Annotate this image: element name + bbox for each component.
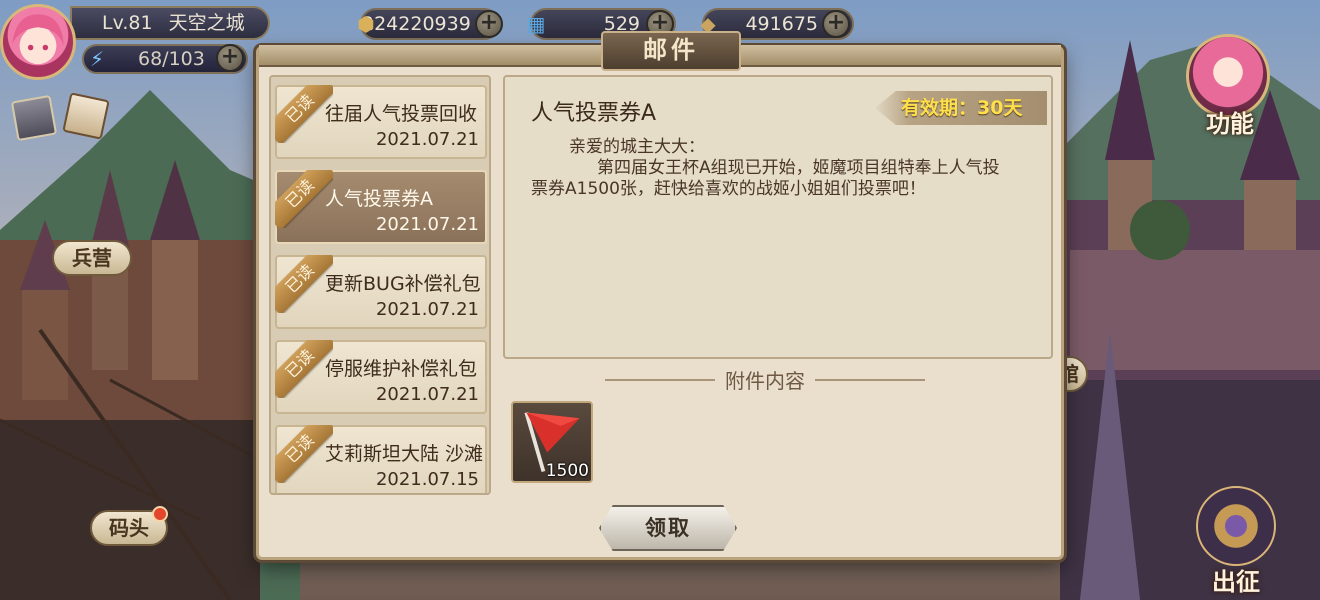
dialog-title: 邮件 xyxy=(601,31,741,71)
attachment-count: 1500 xyxy=(545,461,589,481)
mail-list[interactable]: 已读 往届人气投票回收 2021.07.21 已读 人气投票券A 2021.07… xyxy=(269,75,491,495)
mail-list-item[interactable]: 已读 往届人气投票回收 2021.07.21 xyxy=(275,85,487,159)
mail-item-title: 人气投票券A xyxy=(325,188,433,210)
attachment-item[interactable]: 1500 xyxy=(511,401,593,483)
add-energy-button[interactable]: + xyxy=(216,44,244,72)
map-icon[interactable] xyxy=(10,94,58,142)
mail-body-line: 第四届女王杯A组现已开始，姬魔项目组特奉上人气投 xyxy=(597,158,1000,178)
validity-badge: 有效期：30天 xyxy=(875,91,1047,125)
player-avatar[interactable] xyxy=(0,4,76,80)
depart-emblem-icon[interactable] xyxy=(1196,486,1276,566)
ornament-divider xyxy=(605,379,715,383)
lightning-icon: ⚡ xyxy=(90,47,105,71)
mail-item-title: 更新BUG补偿礼包 xyxy=(325,273,481,295)
city-name: 天空之城 xyxy=(168,12,245,34)
mail-body-line: 票券A1500张，赶快给喜欢的战姬小姐姐们投票吧！ xyxy=(531,179,926,199)
mail-list-item-selected[interactable]: 已读 人气投票券A 2021.07.21 xyxy=(275,170,487,244)
mail-content: 人气投票券A 有效期：30天 亲爱的城主大大： 第四届女王杯A组现已开始，姬魔项… xyxy=(503,75,1053,359)
mail-list-item[interactable]: 已读 艾莉斯坦大陆 沙滩 2021.07.15 xyxy=(275,425,487,493)
ticket-icon: ▦ xyxy=(526,12,546,36)
energy-value: 68/103 xyxy=(138,48,205,70)
mail-item-date: 2021.07.21 xyxy=(375,129,479,150)
mail-body: 亲爱的城主大大： 第四届女王杯A组现已开始，姬魔项目组特奉上人气投 票券A150… xyxy=(531,137,1043,200)
dice-icon[interactable] xyxy=(62,92,110,140)
dock-notification-dot xyxy=(152,506,168,522)
mail-item-date: 2021.07.21 xyxy=(375,299,479,320)
mail-item-date: 2021.07.21 xyxy=(375,214,479,235)
mail-subject: 人气投票券A xyxy=(531,101,657,126)
player-level-bar: Lv.81 天空之城 xyxy=(70,6,270,40)
mail-list-item[interactable]: 已读 停服维护补偿礼包 2021.07.21 xyxy=(275,340,487,414)
mail-list-item[interactable]: 已读 更新BUG补偿礼包 2021.07.21 xyxy=(275,255,487,329)
attachment-title: 附件内容 xyxy=(725,369,805,393)
mail-item-title: 往届人气投票回收 xyxy=(325,103,478,125)
barracks-button[interactable]: 兵营 xyxy=(52,240,132,276)
mail-item-date: 2021.07.21 xyxy=(375,384,479,405)
depart-label[interactable]: 出征 xyxy=(1212,562,1260,597)
player-level: Lv.81 xyxy=(102,12,153,34)
mail-item-date: 2021.07.15 xyxy=(375,469,479,490)
mail-greeting: 亲爱的城主大大： xyxy=(569,137,705,157)
function-label[interactable]: 功能 xyxy=(1206,104,1254,139)
mail-dialog: 邮件 已读 往届人气投票回收 2021.07.21 已读 人气投票券A 2021… xyxy=(256,31,1064,560)
gold-coin-icon: ⬢ xyxy=(357,12,375,36)
mail-item-title: 停服维护补偿礼包 xyxy=(325,358,478,380)
add-gold-button[interactable]: + xyxy=(475,10,503,38)
claim-button[interactable]: 领取 xyxy=(599,505,737,551)
attachment-header: 附件内容 xyxy=(605,367,925,395)
mail-item-title: 艾莉斯坦大陆 沙滩 xyxy=(325,443,484,465)
add-crystal-button[interactable]: + xyxy=(822,10,850,38)
ornament-divider xyxy=(815,379,925,383)
crystal-value: 491675 xyxy=(745,13,818,35)
